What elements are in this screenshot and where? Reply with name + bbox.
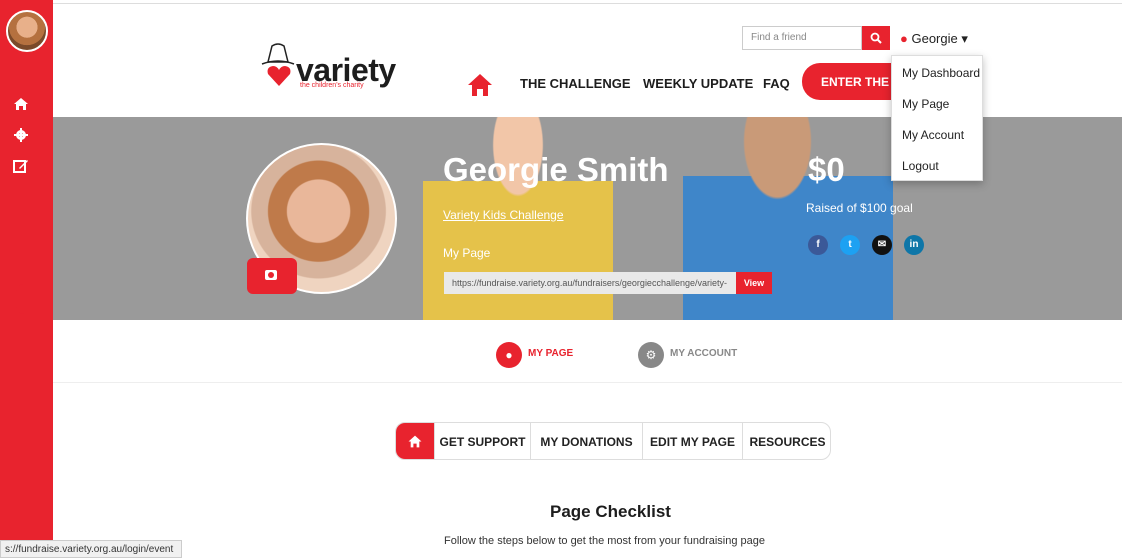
linkedin-icon[interactable]: in — [904, 235, 924, 255]
edit-icon[interactable] — [12, 158, 30, 176]
user-dropdown-menu: My Dashboard My Page My Account Logout — [891, 55, 983, 181]
raised-goal-text: Raised of $100 goal — [806, 201, 913, 215]
facebook-icon[interactable]: f — [808, 235, 828, 255]
home-icon[interactable] — [12, 96, 30, 114]
subnav-home-button[interactable] — [396, 423, 434, 459]
browser-top-edge — [0, 0, 1122, 4]
page-url-field[interactable]: https://fundraise.variety.org.au/fundrai… — [444, 272, 736, 294]
tab-my-page[interactable]: MY PAGE — [528, 348, 573, 359]
browser-status-url: s://fundraise.variety.org.au/login/event — [0, 540, 182, 558]
avatar-camera-button[interactable] — [247, 258, 297, 294]
gear-icon[interactable]: ⚙ — [638, 342, 664, 368]
home-icon — [468, 74, 492, 96]
menu-my-account[interactable]: My Account — [902, 128, 964, 142]
profile-name: Georgie Smith — [443, 151, 669, 188]
nav-home-button[interactable] — [467, 73, 493, 97]
sub-navigation: GET SUPPORT MY DONATIONS EDIT MY PAGE RE… — [395, 422, 831, 460]
logo-tagline: the children's charity — [300, 82, 364, 89]
search-icon — [870, 32, 882, 44]
variety-logo[interactable]: variety the children's charity — [256, 42, 396, 92]
view-button[interactable]: View — [736, 272, 772, 294]
menu-my-page[interactable]: My Page — [902, 97, 949, 111]
twitter-icon[interactable]: t — [840, 235, 860, 255]
event-link[interactable]: Variety Kids Challenge — [443, 208, 564, 222]
user-name: Georgie ▾ — [911, 31, 968, 46]
checklist-subtitle: Follow the steps below to get the most f… — [444, 535, 766, 547]
user-icon[interactable]: ● — [496, 342, 522, 368]
subnav-resources[interactable]: RESOURCES — [742, 423, 830, 459]
menu-my-dashboard[interactable]: My Dashboard — [902, 66, 980, 80]
subnav-get-support[interactable]: GET SUPPORT — [434, 423, 530, 459]
gear-icon[interactable] — [12, 127, 30, 145]
left-sidebar — [0, 0, 53, 558]
nav-faq[interactable]: FAQ — [763, 76, 790, 91]
tab-my-account[interactable]: MY ACCOUNT — [670, 348, 737, 359]
divider — [53, 382, 1122, 383]
my-page-label: My Page — [443, 246, 491, 260]
nav-the-challenge[interactable]: THE CHALLENGE — [520, 76, 631, 91]
amount-raised: $0 — [808, 151, 845, 188]
user-icon: ● — [900, 31, 908, 46]
enter-challenge-button[interactable]: ENTER THE CHALLENGE — [802, 63, 904, 100]
user-menu-toggle[interactable]: ● Georgie ▾ — [900, 31, 968, 47]
sidebar-avatar[interactable] — [6, 10, 48, 52]
home-icon — [408, 435, 422, 448]
subnav-my-donations[interactable]: MY DONATIONS — [530, 423, 642, 459]
subnav-edit-my-page[interactable]: EDIT MY PAGE — [642, 423, 742, 459]
heart-icon — [267, 66, 291, 86]
nav-weekly-update[interactable]: WEEKLY UPDATE — [643, 76, 753, 91]
camera-icon — [265, 270, 277, 280]
email-icon[interactable]: ✉ — [872, 235, 892, 255]
menu-logout[interactable]: Logout — [902, 159, 939, 173]
checklist-title: Page Checklist — [550, 502, 671, 521]
search-button[interactable] — [862, 26, 890, 50]
find-friend-input[interactable]: Find a friend — [742, 26, 862, 50]
